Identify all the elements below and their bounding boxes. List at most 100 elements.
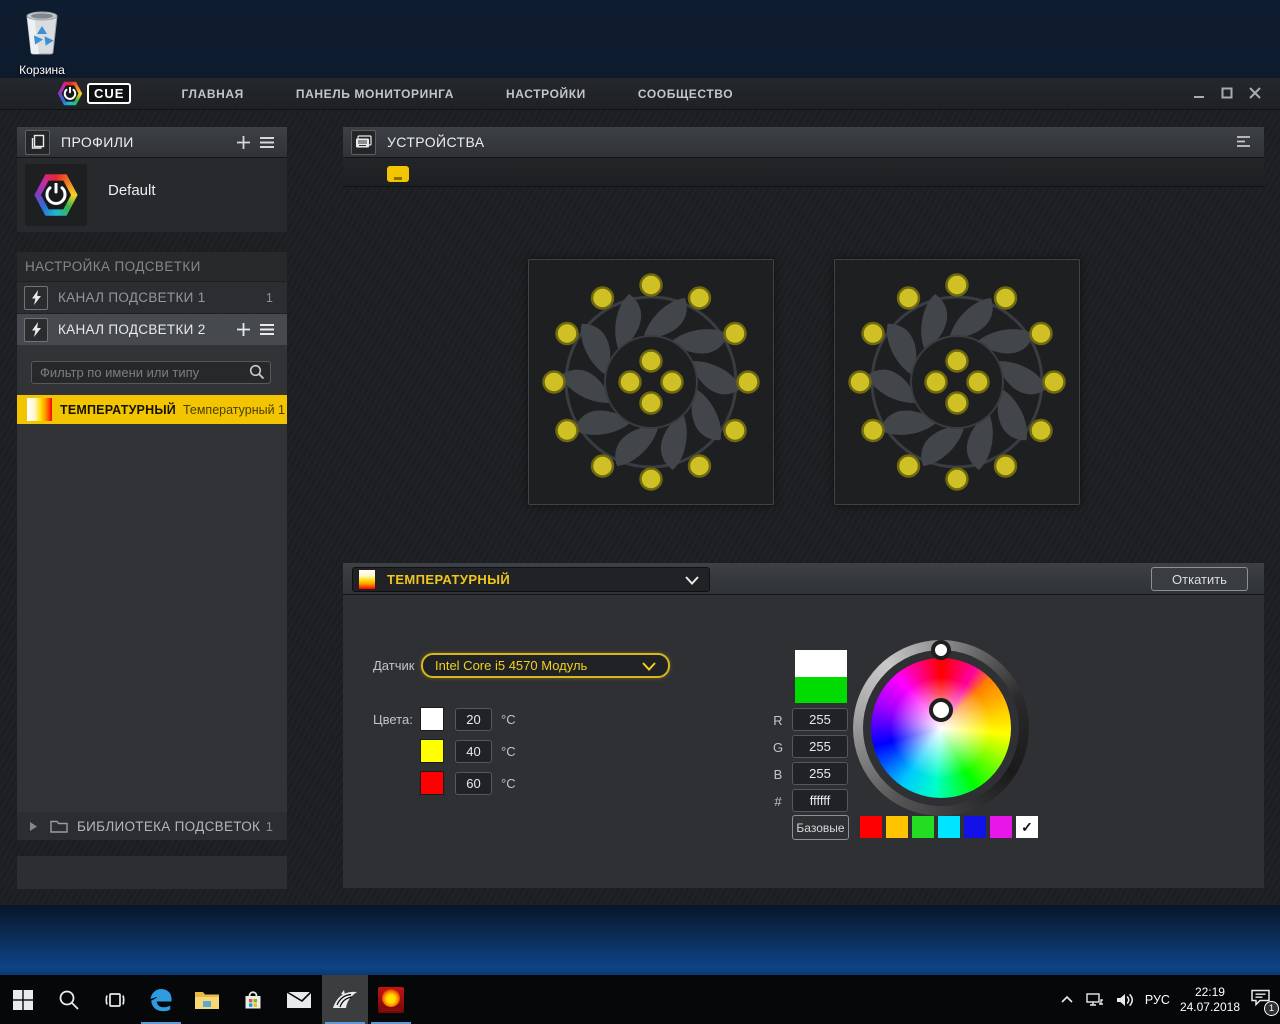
sidebar-item-lighting-library[interactable]: БИБЛИОТЕКА ПОДСВЕТОК 1 bbox=[17, 812, 287, 840]
led bbox=[618, 370, 642, 394]
taskbar-mail-icon[interactable] bbox=[276, 975, 322, 1024]
notification-badge: 1 bbox=[1264, 1000, 1279, 1016]
temp-color-swatch[interactable] bbox=[420, 707, 444, 731]
search-input[interactable] bbox=[31, 361, 271, 384]
hex-input[interactable] bbox=[792, 789, 848, 812]
temp-value-input[interactable] bbox=[455, 707, 492, 731]
taskbar-taskview-icon[interactable] bbox=[92, 975, 138, 1024]
keyboard-icon bbox=[351, 129, 376, 155]
temp-color-swatch[interactable] bbox=[420, 739, 444, 763]
effect-type-label: ТЕМПЕРАТУРНЫЙ bbox=[60, 402, 176, 417]
list-item-temperature-effect[interactable]: ТЕМПЕРАТУРНЫЙ Температурный 1 bbox=[17, 395, 287, 424]
tray-chevron-up-icon[interactable] bbox=[1059, 992, 1075, 1008]
profiles-menu-icon[interactable] bbox=[259, 136, 275, 149]
temp-value-input[interactable] bbox=[455, 771, 492, 795]
maximize-icon[interactable] bbox=[1220, 86, 1234, 100]
temp-color-swatch[interactable] bbox=[420, 771, 444, 795]
basic-color-swatch[interactable] bbox=[912, 816, 934, 838]
profile-avatar bbox=[25, 164, 87, 226]
network-icon[interactable] bbox=[1085, 991, 1105, 1009]
color-preview-bottom bbox=[795, 676, 847, 703]
temp-unit-label: °C bbox=[501, 743, 516, 759]
basic-color-swatch[interactable] bbox=[860, 816, 882, 838]
profile-row-default[interactable]: Default bbox=[17, 158, 287, 232]
taskbar-store-icon[interactable] bbox=[230, 975, 276, 1024]
expand-arrow-icon[interactable] bbox=[29, 821, 38, 832]
channel-menu-icon[interactable] bbox=[259, 323, 275, 336]
taskbar-search-icon[interactable] bbox=[46, 975, 92, 1024]
taskbar-explorer-icon[interactable] bbox=[184, 975, 230, 1024]
r-input[interactable] bbox=[792, 708, 848, 731]
effect-type-select[interactable]: ТЕМПЕРАТУРНЫЙ bbox=[352, 567, 710, 592]
nav-item-monitoring[interactable]: ПАНЕЛЬ МОНИТОРИНГА bbox=[270, 87, 480, 101]
taskbar-corsair-icon[interactable] bbox=[322, 975, 368, 1024]
led bbox=[1042, 370, 1066, 394]
led bbox=[723, 321, 747, 346]
cue-logo[interactable]: CUE bbox=[57, 81, 132, 107]
channel-label: КАНАЛ ПОДСВЕТКИ 1 bbox=[58, 290, 206, 305]
basic-colors-button[interactable]: Базовые bbox=[792, 815, 849, 840]
temp-color-row: °C bbox=[420, 771, 516, 795]
action-center-icon[interactable]: 1 bbox=[1250, 988, 1279, 1016]
color-wheel[interactable] bbox=[871, 658, 1011, 798]
lighting-setup-title: НАСТРОЙКА ПОДСВЕТКИ bbox=[17, 252, 287, 281]
led bbox=[945, 273, 969, 297]
system-tray: РУС 22:19 24.07.2018 1 bbox=[1059, 975, 1279, 1024]
basic-color-swatch[interactable] bbox=[990, 816, 1012, 838]
window-controls bbox=[1192, 86, 1262, 100]
volume-icon[interactable] bbox=[1115, 991, 1135, 1009]
add-effect-icon[interactable] bbox=[236, 322, 251, 337]
language-indicator[interactable]: РУС bbox=[1145, 993, 1170, 1007]
sidebar-item-channel-1[interactable]: КАНАЛ ПОДСВЕТКИ 1 1 bbox=[17, 282, 287, 313]
led bbox=[590, 286, 615, 310]
search-icon[interactable] bbox=[249, 364, 265, 380]
basic-color-swatch[interactable] bbox=[886, 816, 908, 838]
led bbox=[736, 370, 760, 394]
channel-count: 1 bbox=[265, 290, 273, 305]
devices-menu-icon[interactable] bbox=[1236, 135, 1252, 148]
fan-device[interactable] bbox=[834, 259, 1080, 505]
basic-color-swatch[interactable]: ✓ bbox=[1016, 816, 1038, 838]
fan-device[interactable] bbox=[528, 259, 774, 505]
b-input[interactable] bbox=[792, 762, 848, 785]
add-profile-icon[interactable] bbox=[236, 135, 251, 150]
temp-value-input[interactable] bbox=[455, 739, 492, 763]
hue-ring-knob[interactable] bbox=[931, 640, 951, 660]
revert-button[interactable]: Откатить bbox=[1151, 567, 1248, 591]
effect-settings-body: Датчик Intel Core i5 4570 Модуль Цвета: … bbox=[343, 595, 1264, 888]
color-preview-top bbox=[795, 650, 847, 677]
power-icon bbox=[45, 183, 67, 205]
led bbox=[555, 321, 579, 346]
nav-item-home[interactable]: ГЛАВНАЯ bbox=[155, 87, 269, 101]
device-tab-lighting-node[interactable] bbox=[387, 166, 409, 182]
devices-header: УСТРОЙСТВА bbox=[343, 127, 1264, 158]
b-label: B bbox=[773, 767, 783, 782]
library-count: 1 bbox=[265, 818, 273, 834]
sensor-select[interactable]: Intel Core i5 4570 Модуль bbox=[421, 653, 670, 678]
recycle-bin[interactable]: Корзина bbox=[10, 6, 74, 77]
led bbox=[639, 467, 663, 491]
color-preview-swatch bbox=[795, 650, 847, 703]
minimize-icon[interactable] bbox=[1192, 86, 1206, 100]
led bbox=[555, 418, 579, 443]
led bbox=[848, 370, 872, 394]
hue-ring[interactable] bbox=[853, 640, 1029, 816]
sidebar-item-channel-2[interactable]: КАНАЛ ПОДСВЕТКИ 2 bbox=[17, 314, 287, 345]
wheel-selector-knob[interactable] bbox=[929, 698, 953, 722]
taskbar-flame-icon[interactable] bbox=[368, 975, 414, 1024]
nav-item-settings[interactable]: НАСТРОЙКИ bbox=[480, 87, 612, 101]
led bbox=[861, 321, 885, 346]
basic-color-swatch[interactable] bbox=[938, 816, 960, 838]
taskbar-start-icon[interactable] bbox=[0, 975, 46, 1024]
effect-gradient-swatch bbox=[27, 398, 52, 421]
taskbar-clock[interactable]: 22:19 24.07.2018 bbox=[1180, 985, 1240, 1015]
g-input[interactable] bbox=[792, 735, 848, 758]
cue-wordmark: CUE bbox=[87, 83, 132, 104]
basic-color-swatch[interactable] bbox=[964, 816, 986, 838]
fan-graphic bbox=[542, 273, 760, 491]
chevron-down-icon bbox=[685, 576, 699, 585]
recycle-bin-icon[interactable] bbox=[19, 11, 65, 60]
nav-item-community[interactable]: СООБЩЕСТВО bbox=[612, 87, 759, 101]
close-icon[interactable] bbox=[1248, 86, 1262, 100]
taskbar-edge-icon[interactable] bbox=[138, 975, 184, 1024]
